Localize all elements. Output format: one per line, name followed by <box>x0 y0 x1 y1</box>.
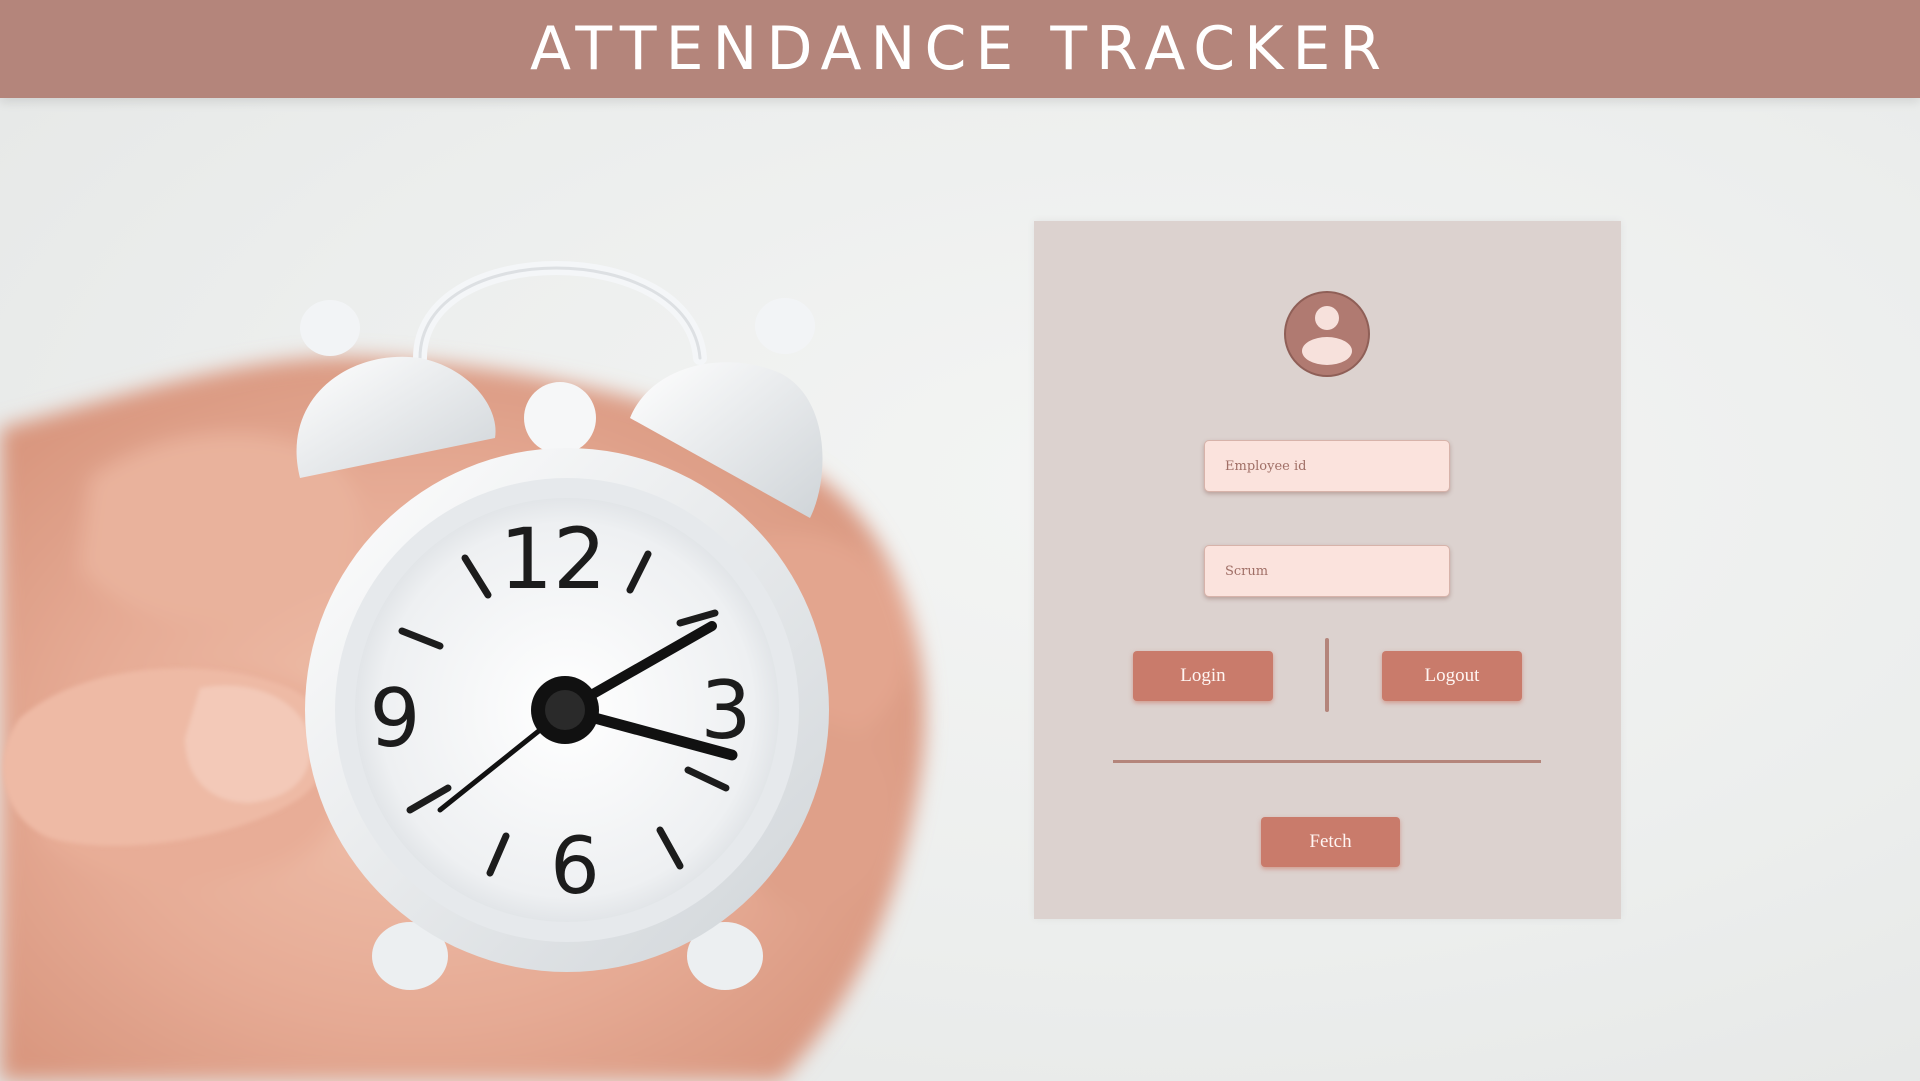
scrum-input[interactable] <box>1204 545 1450 597</box>
clock-numeral-9: 9 <box>370 672 421 765</box>
login-button[interactable]: Login <box>1133 651 1273 701</box>
user-circle-icon <box>1284 291 1370 377</box>
clock-numeral-6: 6 <box>550 822 600 912</box>
app-header: ATTENDANCE TRACKER <box>0 0 1920 98</box>
hero-image-alarm-clock: 12 3 6 9 <box>0 98 1000 1081</box>
clock-numeral-12: 12 <box>500 510 607 608</box>
login-card: Login Logout Fetch <box>1034 221 1621 919</box>
page-title: ATTENDANCE TRACKER <box>529 14 1391 84</box>
logout-button[interactable]: Logout <box>1382 651 1522 701</box>
fetch-button[interactable]: Fetch <box>1261 817 1400 867</box>
button-divider <box>1325 638 1329 712</box>
section-divider <box>1113 760 1541 763</box>
employee-id-input[interactable] <box>1204 440 1450 492</box>
